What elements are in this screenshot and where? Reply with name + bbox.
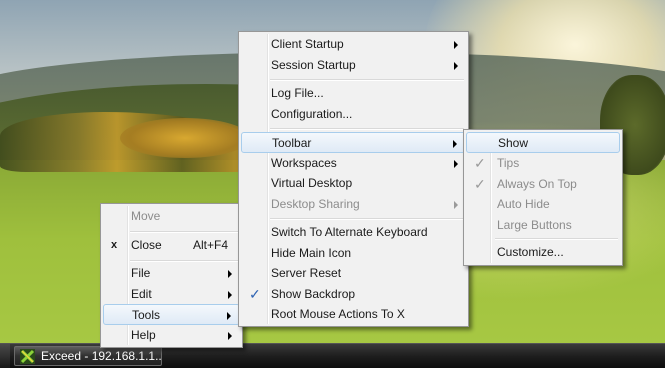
menu-item-root-mouse-actions[interactable]: Root Mouse Actions To X <box>241 304 466 325</box>
submenu-arrow-icon <box>454 62 458 70</box>
taskbar-left-edge <box>0 344 10 369</box>
menu-item-label: Move <box>131 209 161 223</box>
menu-item-label: Hide Main Icon <box>271 246 352 260</box>
menu-separator <box>270 128 464 130</box>
menu-item-move[interactable]: Move <box>103 206 240 227</box>
submenu-arrow-icon <box>454 160 458 168</box>
submenu-arrow-icon <box>228 332 232 340</box>
menu-item-label: Client Startup <box>271 37 344 51</box>
menu-item-label: Show Backdrop <box>271 287 356 301</box>
toolbar-submenu: Show ✓ Tips ✓ Always On Top Auto Hide La… <box>463 129 623 266</box>
submenu-arrow-icon <box>453 140 457 148</box>
menu-item-large-buttons[interactable]: Large Buttons <box>466 215 620 236</box>
wallpaper-autumn-bush <box>120 118 250 158</box>
menu-item-label: Large Buttons <box>497 218 572 232</box>
menu-item-close[interactable]: x Close Alt+F4 <box>103 235 240 256</box>
menu-item-file[interactable]: File <box>103 263 240 284</box>
menu-item-client-startup[interactable]: Client Startup <box>241 34 466 55</box>
menu-item-label: Tools <box>132 308 161 322</box>
menu-item-label: Desktop Sharing <box>271 197 360 211</box>
menu-item-hide-main-icon[interactable]: Hide Main Icon <box>241 243 466 264</box>
menu-item-log-file[interactable]: Log File... <box>241 83 466 104</box>
menu-item-server-reset[interactable]: Server Reset <box>241 263 466 284</box>
menu-item-label: Edit <box>131 287 152 301</box>
menu-item-label: Show <box>498 136 529 150</box>
submenu-arrow-icon <box>227 312 231 320</box>
menu-item-tips[interactable]: ✓ Tips <box>466 153 620 174</box>
menu-item-help[interactable]: Help <box>103 325 240 346</box>
taskbar-button-label: Exceed - 192.168.1.1... <box>41 349 162 363</box>
submenu-arrow-icon <box>228 270 232 278</box>
menu-item-label: Virtual Desktop <box>271 176 353 190</box>
submenu-arrow-icon <box>454 41 458 49</box>
submenu-arrow-icon <box>454 201 458 209</box>
accelerator-label: Alt+F4 <box>192 238 228 252</box>
menu-item-always-on-top[interactable]: ✓ Always On Top <box>466 174 620 195</box>
menu-item-auto-hide[interactable]: Auto Hide <box>466 194 620 215</box>
menu-item-workspaces[interactable]: Workspaces <box>241 153 466 174</box>
menu-item-label: Configuration... <box>271 107 353 121</box>
menu-separator <box>130 231 238 233</box>
menu-item-show[interactable]: Show <box>466 132 620 153</box>
submenu-arrow-icon <box>228 291 232 299</box>
menu-item-desktop-sharing[interactable]: Desktop Sharing <box>241 194 466 215</box>
menu-item-customize[interactable]: Customize... <box>466 242 620 263</box>
taskbar-button-exceed[interactable]: Exceed - 192.168.1.1... <box>14 346 162 366</box>
menu-item-tools[interactable]: Tools <box>103 304 240 325</box>
menu-item-label: Switch To Alternate Keyboard <box>271 225 428 239</box>
menu-item-label: Close <box>131 238 162 252</box>
checkmark-icon: ✓ <box>249 286 261 302</box>
exceed-x-icon <box>20 349 35 364</box>
menu-item-configuration[interactable]: Configuration... <box>241 104 466 125</box>
menu-item-virtual-desktop[interactable]: Virtual Desktop <box>241 173 466 194</box>
menu-item-show-backdrop[interactable]: ✓ Show Backdrop <box>241 284 466 305</box>
menu-item-label: Tips <box>497 156 520 170</box>
menu-item-label: File <box>131 266 151 280</box>
screen-bottom-strip <box>0 368 665 385</box>
menu-item-label: Server Reset <box>271 266 342 280</box>
menu-separator <box>270 79 464 81</box>
menu-item-label: Customize... <box>497 245 564 259</box>
tools-menu: Client Startup Session Startup Log File.… <box>238 31 469 327</box>
checkmark-icon: ✓ <box>474 155 486 171</box>
menu-item-session-startup[interactable]: Session Startup <box>241 55 466 76</box>
menu-item-label: Root Mouse Actions To X <box>271 307 405 321</box>
checkmark-icon: ✓ <box>474 176 486 192</box>
menu-separator <box>130 260 238 262</box>
close-icon: x <box>111 239 118 251</box>
menu-item-label: Log File... <box>271 86 324 100</box>
menu-item-label: Always On Top <box>497 177 577 191</box>
menu-item-label: Auto Hide <box>497 197 550 211</box>
menu-item-label: Toolbar <box>272 136 312 150</box>
menu-separator <box>495 238 618 240</box>
menu-item-label: Help <box>131 328 156 342</box>
menu-item-edit[interactable]: Edit <box>103 284 240 305</box>
menu-item-label: Session Startup <box>271 58 356 72</box>
window-menu: Move x Close Alt+F4 File Edit Tools Help <box>100 203 243 348</box>
menu-item-label: Workspaces <box>271 156 337 170</box>
menu-item-switch-alternate-keyboard[interactable]: Switch To Alternate Keyboard <box>241 222 466 243</box>
menu-item-toolbar[interactable]: Toolbar <box>241 132 466 153</box>
menu-separator <box>270 218 464 220</box>
